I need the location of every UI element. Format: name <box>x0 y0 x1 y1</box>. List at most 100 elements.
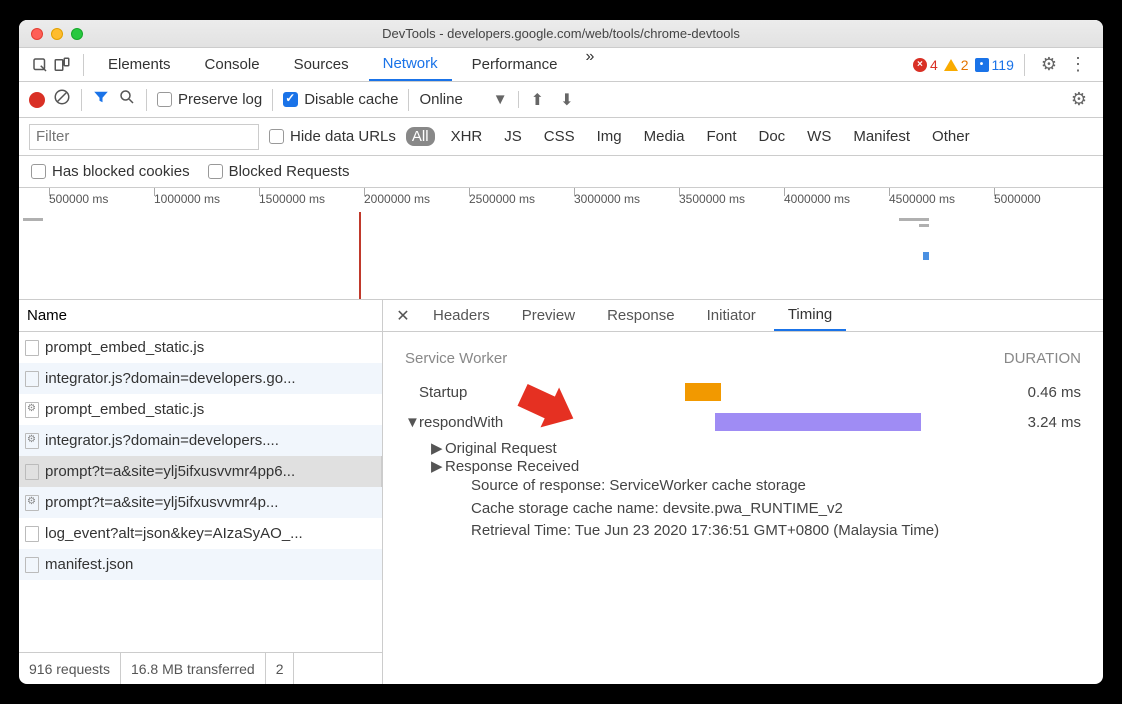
main-tabbar: Elements Console Sources Network Perform… <box>19 48 1103 82</box>
settings-icon[interactable]: ⚙ <box>1035 54 1063 75</box>
type-media[interactable]: Media <box>638 127 691 146</box>
startup-duration: 0.46 ms <box>1001 384 1081 401</box>
expander-response-received[interactable]: ▶ <box>431 457 445 475</box>
file-icon <box>25 464 39 480</box>
timing-section-title: Service Worker <box>405 350 507 367</box>
tab-initiator[interactable]: Initiator <box>693 300 770 331</box>
tab-preview[interactable]: Preview <box>508 300 589 331</box>
filter-checks: Has blocked cookies Blocked Requests <box>19 156 1103 188</box>
request-row[interactable]: prompt?t=a&site=ylj5ifxusvvmr4pp6... <box>19 456 382 487</box>
request-list-panel: Name prompt_embed_static.js integrator.js… <box>19 300 383 684</box>
search-icon[interactable] <box>118 88 136 111</box>
request-name: prompt?t=a&site=ylj5ifxusvvmr4p... <box>45 494 278 511</box>
record-button[interactable] <box>29 92 45 108</box>
request-row[interactable]: integrator.js?domain=developers.go... <box>19 363 382 394</box>
gear-file-icon <box>25 495 39 511</box>
request-row[interactable]: prompt_embed_static.js <box>19 332 382 363</box>
respondwith-label: respondWith <box>419 414 503 431</box>
type-all[interactable]: All <box>406 127 435 146</box>
detail-panel: ✕ Headers Preview Response Initiator Tim… <box>383 300 1103 684</box>
detail-tabs: ✕ Headers Preview Response Initiator Tim… <box>383 300 1103 332</box>
request-name: integrator.js?domain=developers.go... <box>45 370 296 387</box>
respondwith-bar <box>715 413 921 431</box>
expander-original-request[interactable]: ▶ <box>431 439 445 457</box>
warning-icon[interactable]: 2 <box>944 57 969 73</box>
summary-transferred: 16.8 MB transferred <box>121 653 266 684</box>
type-doc[interactable]: Doc <box>752 127 791 146</box>
request-row[interactable]: prompt_embed_static.js <box>19 394 382 425</box>
type-js[interactable]: JS <box>498 127 528 146</box>
tab-elements[interactable]: Elements <box>94 48 185 81</box>
tab-sources[interactable]: Sources <box>280 48 363 81</box>
request-row[interactable]: log_event?alt=json&key=AIzaSyAO_... <box>19 518 382 549</box>
network-toolbar: Preserve log Disable cache Online ▼ ⬆ ⬇ … <box>19 82 1103 118</box>
tab-timing[interactable]: Timing <box>774 300 846 331</box>
original-request-label: Original Request <box>445 440 557 457</box>
request-name: prompt_embed_static.js <box>45 401 204 418</box>
devtools-window: DevTools - developers.google.com/web/too… <box>19 20 1103 684</box>
type-xhr[interactable]: XHR <box>445 127 489 146</box>
upload-icon[interactable]: ⬆ <box>527 90 548 110</box>
summary-requests: 916 requests <box>19 653 121 684</box>
retrieval-time: Retrieval Time: Tue Jun 23 2020 17:36:51… <box>471 520 1081 543</box>
filter-input[interactable] <box>29 124 259 150</box>
clear-button[interactable] <box>53 88 71 111</box>
info-icon[interactable]: •119 <box>975 57 1014 73</box>
tab-network[interactable]: Network <box>369 48 452 81</box>
file-icon <box>25 557 39 573</box>
summary-more: 2 <box>266 653 295 684</box>
type-ws[interactable]: WS <box>801 127 837 146</box>
overview-timeline[interactable]: 500000 ms 1000000 ms 1500000 ms 2000000 … <box>19 188 1103 300</box>
titlebar: DevTools - developers.google.com/web/too… <box>19 20 1103 48</box>
throttle-select[interactable]: Online ▼ <box>419 91 518 108</box>
cache-storage-name: Cache storage cache name: devsite.pwa_RU… <box>471 498 1081 521</box>
tab-performance[interactable]: Performance <box>458 48 572 81</box>
startup-bar <box>685 383 721 401</box>
timing-section: Service Worker DURATION Startup 0.46 ms … <box>383 332 1103 684</box>
file-icon <box>25 526 39 542</box>
type-css[interactable]: CSS <box>538 127 581 146</box>
respondwith-duration: 3.24 ms <box>1001 414 1081 431</box>
type-other[interactable]: Other <box>926 127 976 146</box>
gear-file-icon <box>25 402 39 418</box>
filter-icon[interactable] <box>92 88 110 111</box>
blocked-requests-checkbox[interactable]: Blocked Requests <box>208 163 350 180</box>
inspect-icon[interactable] <box>29 54 51 76</box>
tab-response[interactable]: Response <box>593 300 689 331</box>
tab-headers[interactable]: Headers <box>419 300 504 331</box>
filter-bar: Hide data URLs All XHR JS CSS Img Media … <box>19 118 1103 156</box>
request-list-header[interactable]: Name <box>19 300 382 332</box>
gear-file-icon <box>25 433 39 449</box>
device-toggle-icon[interactable] <box>51 54 73 76</box>
panel-tabs: Elements Console Sources Network Perform… <box>94 48 602 81</box>
network-settings-icon[interactable]: ⚙ <box>1065 89 1093 110</box>
expander-respondwith[interactable]: ▼ <box>405 414 419 431</box>
request-name: integrator.js?domain=developers.... <box>45 432 279 449</box>
download-icon[interactable]: ⬇ <box>556 90 577 110</box>
tab-console[interactable]: Console <box>191 48 274 81</box>
file-icon <box>25 371 39 387</box>
more-icon[interactable]: ⋮ <box>1063 54 1093 75</box>
file-icon <box>25 340 39 356</box>
request-row[interactable]: manifest.json <box>19 549 382 580</box>
response-received-label: Response Received <box>445 458 579 475</box>
request-name: log_event?alt=json&key=AIzaSyAO_... <box>45 525 303 542</box>
hide-data-urls-checkbox[interactable]: Hide data URLs <box>269 128 396 145</box>
duration-header: DURATION <box>1004 350 1081 367</box>
type-font[interactable]: Font <box>700 127 742 146</box>
startup-label: Startup <box>405 384 615 401</box>
request-row[interactable]: integrator.js?domain=developers.... <box>19 425 382 456</box>
disable-cache-checkbox[interactable]: Disable cache <box>283 91 398 108</box>
has-blocked-cookies-checkbox[interactable]: Has blocked cookies <box>31 163 190 180</box>
request-name: manifest.json <box>45 556 133 573</box>
request-row[interactable]: prompt?t=a&site=ylj5ifxusvvmr4p... <box>19 487 382 518</box>
tabs-overflow[interactable]: » <box>578 48 603 81</box>
source-of-response: Source of response: ServiceWorker cache … <box>471 475 1081 498</box>
type-img[interactable]: Img <box>591 127 628 146</box>
console-status[interactable]: ×4 2 •119 <box>913 57 1014 73</box>
error-icon[interactable]: ×4 <box>913 57 938 73</box>
close-icon[interactable]: ✕ <box>391 300 415 331</box>
preserve-log-checkbox[interactable]: Preserve log <box>157 91 262 108</box>
type-manifest[interactable]: Manifest <box>847 127 916 146</box>
request-name: prompt?t=a&site=ylj5ifxusvvmr4pp6... <box>45 463 295 480</box>
